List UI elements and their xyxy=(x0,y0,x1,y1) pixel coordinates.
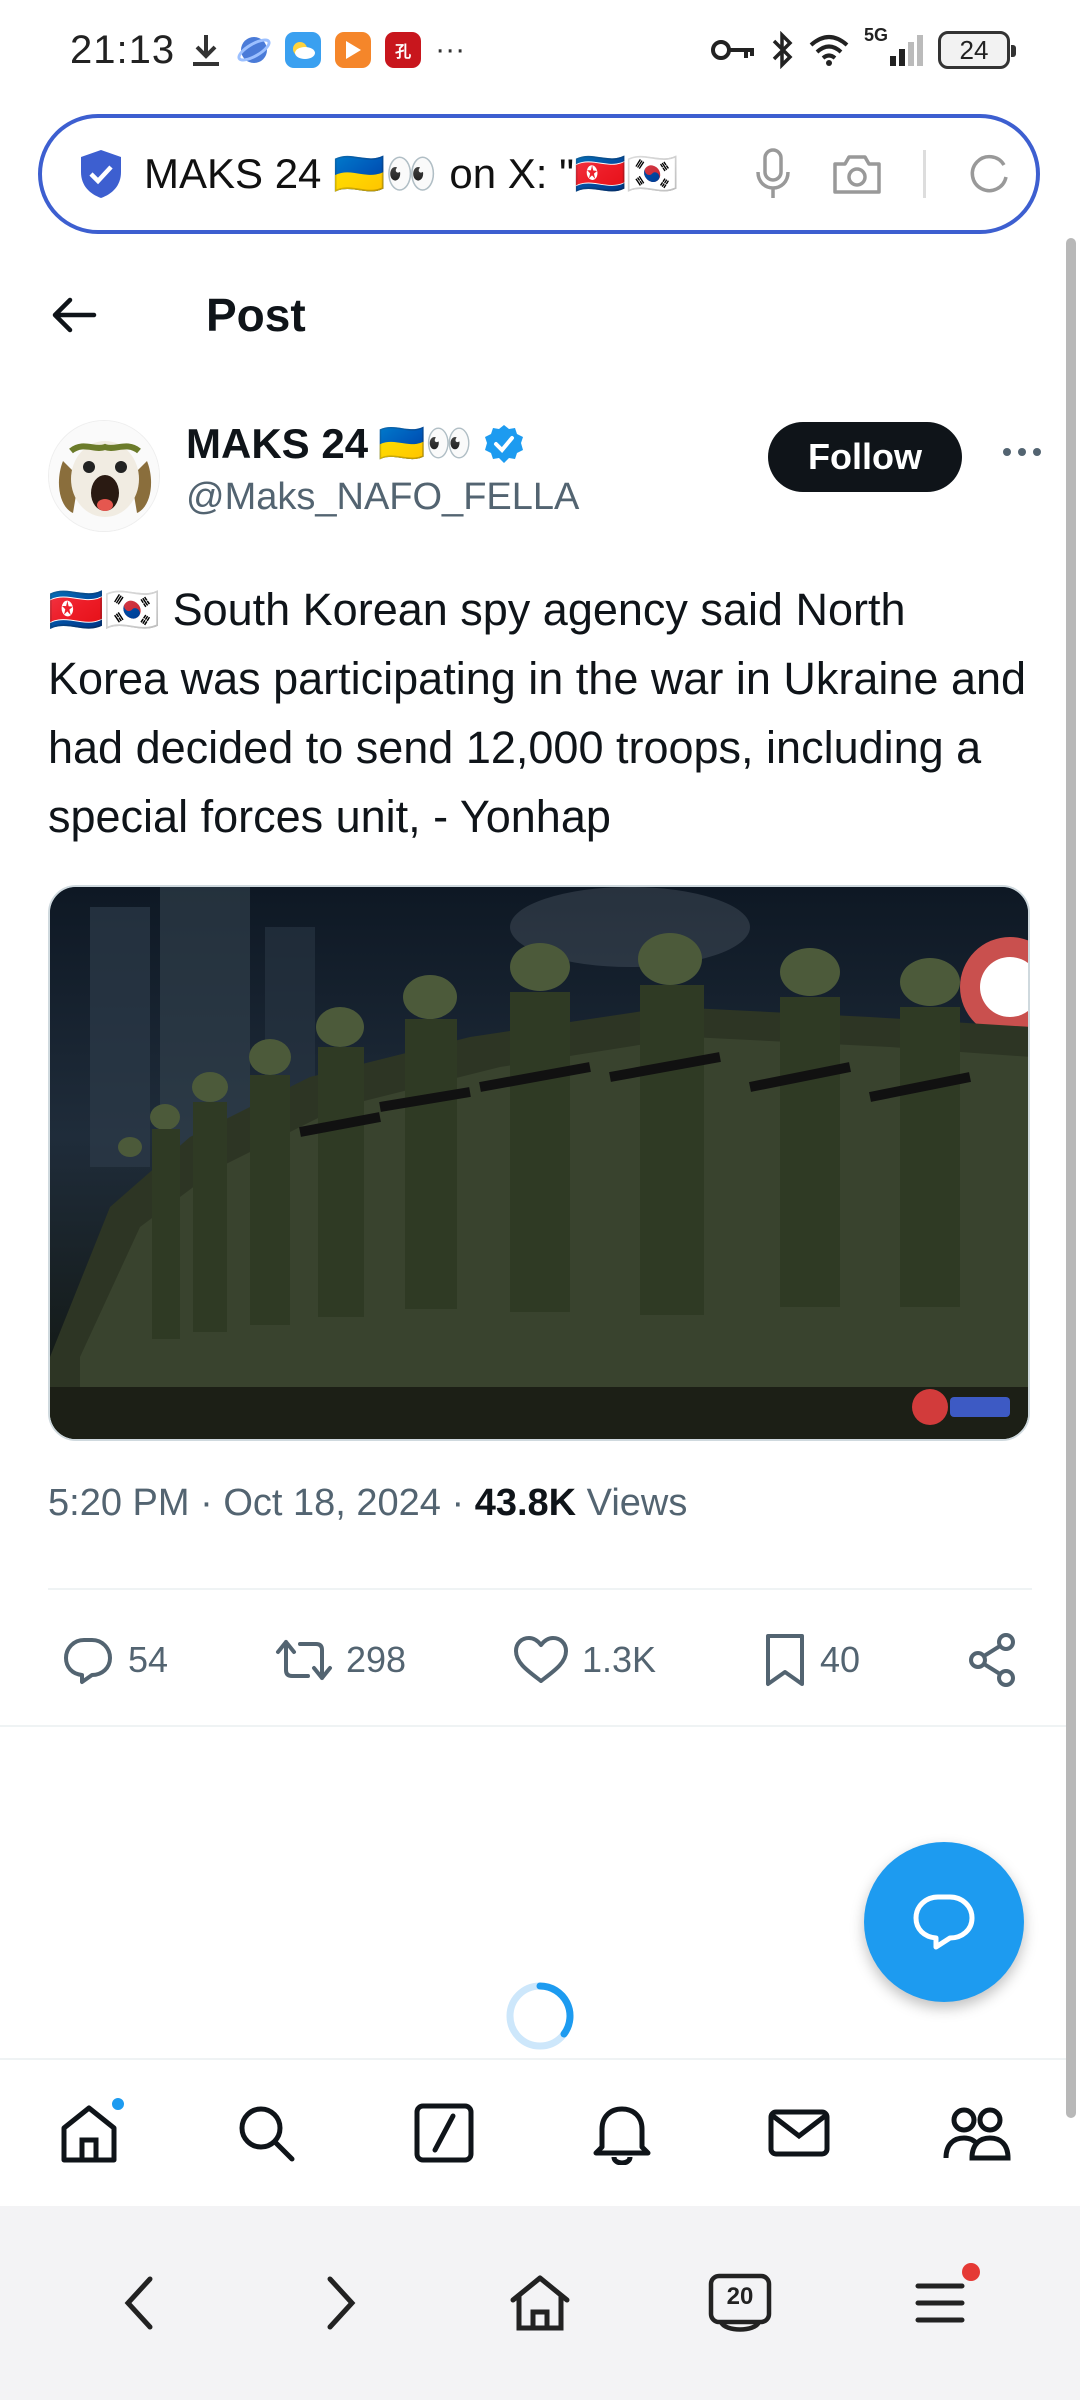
bookmark-count: 40 xyxy=(820,1639,861,1680)
tabs-count: 20 xyxy=(726,2283,754,2310)
key-icon xyxy=(710,40,754,60)
chat-bubble-icon xyxy=(913,1894,975,1950)
soldiers-parade-image xyxy=(50,887,1028,1439)
author-name[interactable]: MAKS 24 🇺🇦👀 xyxy=(186,420,579,468)
chevron-right-icon xyxy=(327,2276,356,2330)
tab-grok[interactable] xyxy=(404,2093,484,2173)
status-system-icons: 5G 24 xyxy=(710,25,1016,69)
more-options-button[interactable] xyxy=(996,432,1048,472)
browser-forward-button[interactable] xyxy=(300,2263,380,2343)
tab-messages[interactable] xyxy=(759,2093,839,2173)
page-scrollbar[interactable] xyxy=(1066,238,1076,2118)
browser-nav-bar: 20 xyxy=(0,2206,1080,2400)
browser-app-icon xyxy=(237,37,271,63)
repost-count: 298 xyxy=(345,1639,407,1680)
follow-button[interactable]: Follow xyxy=(768,422,962,492)
wifi-icon xyxy=(809,35,849,66)
battery-indicator: 24 xyxy=(938,31,1016,69)
shield-icon xyxy=(81,150,121,198)
microphone-icon[interactable] xyxy=(755,148,791,200)
avatar-dog-image xyxy=(49,421,159,531)
weather-app-icon xyxy=(285,32,322,68)
meta-separator: · xyxy=(451,1482,465,1524)
meta-separator: · xyxy=(200,1482,213,1524)
more-dot xyxy=(1003,448,1011,456)
browser-menu-button[interactable] xyxy=(900,2263,980,2343)
bluetooth-icon xyxy=(772,31,793,69)
mail-icon xyxy=(768,2109,830,2157)
download-icon xyxy=(193,35,220,66)
back-arrow-icon[interactable] xyxy=(48,289,100,341)
app-tab-bar xyxy=(0,2058,1066,2206)
tweet-meta: 5:20 PM · Oct 18, 2024 · 43.8K Views xyxy=(48,1482,687,1525)
browser-back-button[interactable] xyxy=(100,2263,180,2343)
tweet-text: 🇰🇵🇰🇷 South Korean spy agency said North … xyxy=(48,584,1027,842)
post-header: Post xyxy=(0,255,1066,375)
browser-tabs-button[interactable]: 20 xyxy=(700,2263,780,2343)
like-count: 1.3K xyxy=(582,1639,657,1680)
page-title: Post xyxy=(206,289,306,341)
browser-home-button[interactable] xyxy=(500,2263,580,2343)
loading-spinner-icon xyxy=(506,1982,574,2050)
bookmark-button[interactable]: 40 xyxy=(762,1632,860,1688)
chevron-left-icon xyxy=(124,2276,153,2330)
network-type: 5G xyxy=(863,25,888,45)
status-bar: 21:13 孔 ··· 5G 24 xyxy=(0,0,1080,100)
tab-notifications[interactable] xyxy=(582,2093,662,2173)
bell-icon xyxy=(593,2106,651,2165)
tweet-time[interactable]: 5:20 PM xyxy=(48,1482,190,1524)
address-separator xyxy=(923,150,926,198)
share-button[interactable] xyxy=(966,1632,1020,1688)
reload-icon[interactable] xyxy=(966,151,1012,197)
like-button[interactable]: 1.3K xyxy=(512,1633,656,1687)
communities-icon xyxy=(943,2107,1011,2161)
menu-icon xyxy=(915,2283,965,2323)
more-dot xyxy=(1018,448,1026,456)
signal-icon xyxy=(890,35,923,66)
tweet-date[interactable]: Oct 18, 2024 xyxy=(223,1482,441,1524)
tab-home[interactable] xyxy=(49,2093,129,2173)
repost-icon xyxy=(275,1640,332,1680)
url-text[interactable]: MAKS 24 🇺🇦👀 on X: "🇰🇵🇰🇷 xyxy=(144,150,735,199)
search-icon xyxy=(239,2106,295,2162)
notification-dot xyxy=(108,2095,127,2113)
camera-icon[interactable] xyxy=(831,152,883,196)
divider xyxy=(48,1588,1032,1590)
video-app-icon xyxy=(335,32,372,68)
reply-fab-button[interactable] xyxy=(864,1842,1024,2002)
author-name-emoji: 🇺🇦👀 xyxy=(378,423,473,465)
verified-badge-icon xyxy=(484,425,523,463)
reply-button[interactable]: 54 xyxy=(60,1632,168,1688)
tweet-actions: 54 298 1.3K 40 xyxy=(60,1620,1020,1700)
heart-icon xyxy=(514,1636,568,1683)
tweet-image[interactable] xyxy=(48,885,1030,1441)
status-notification-icons: 孔 ··· xyxy=(189,31,465,69)
bookmark-icon xyxy=(766,1634,804,1686)
tab-search[interactable] xyxy=(226,2093,306,2173)
more-dot xyxy=(1033,448,1041,456)
reply-count: 54 xyxy=(128,1639,169,1680)
avatar[interactable] xyxy=(48,420,160,532)
author-row: MAKS 24 🇺🇦👀 @Maks_NAFO_FELLA Follow xyxy=(48,420,1048,540)
divider xyxy=(0,1725,1066,1727)
share-icon xyxy=(968,1633,1015,1687)
author-handle[interactable]: @Maks_NAFO_FELLA xyxy=(186,476,579,519)
views-label: Views xyxy=(586,1482,688,1524)
browser-home-icon xyxy=(510,2275,570,2331)
views-count: 43.8K xyxy=(474,1482,577,1524)
reply-icon xyxy=(64,1638,112,1684)
status-overflow: ··· xyxy=(435,33,466,66)
status-time: 21:13 xyxy=(70,27,176,72)
news-app-icon: 孔 xyxy=(385,32,422,68)
tab-communities[interactable] xyxy=(937,2093,1017,2173)
repost-button[interactable]: 298 xyxy=(274,1632,406,1688)
menu-notification-dot xyxy=(962,2263,980,2281)
compose-slash-icon xyxy=(414,2103,474,2163)
address-bar[interactable]: MAKS 24 🇺🇦👀 on X: "🇰🇵🇰🇷 xyxy=(38,114,1040,234)
